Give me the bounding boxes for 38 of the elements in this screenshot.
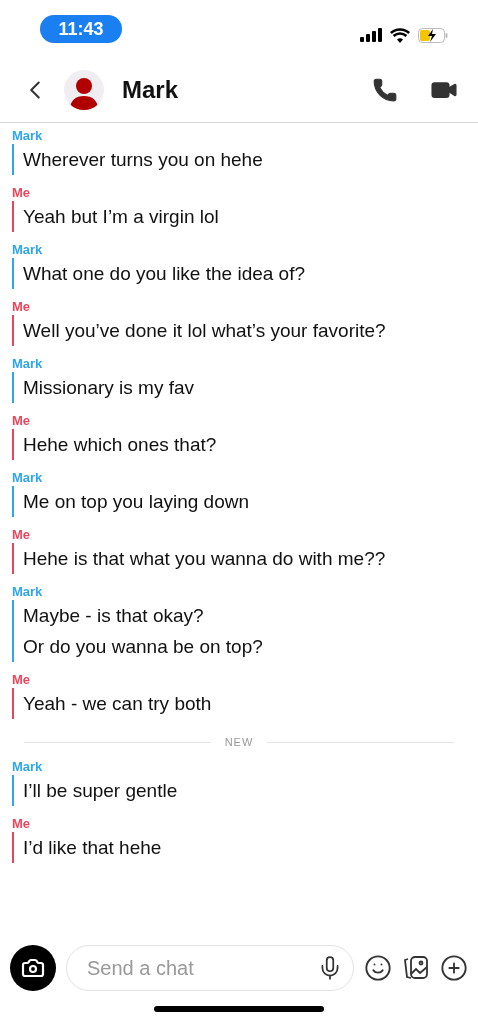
message-text: I’d like that hehe: [23, 836, 163, 860]
time-pill: 11:43: [40, 15, 122, 43]
sender-name: Mark: [12, 583, 44, 600]
sender-name: Mark: [12, 355, 44, 372]
contact-name: Mark: [122, 76, 180, 104]
message-text: Hehe which ones that?: [23, 433, 218, 457]
message-text: Wherever turns you on hehe: [23, 148, 264, 172]
message-text: Well you’ve done it lol what’s your favorite?: [23, 319, 387, 343]
message-text: Missionary is my fav: [23, 376, 196, 400]
sender-name: Mark: [12, 469, 44, 486]
sender-name: Me: [12, 815, 32, 832]
signal-icon: [360, 28, 382, 42]
message-text: Yeah - we can try both: [23, 692, 213, 716]
phone-icon[interactable]: [372, 77, 398, 103]
sender-name: Me: [12, 298, 32, 315]
smiley-icon[interactable]: [364, 954, 392, 982]
message-text: Or do you wanna be on top?: [23, 635, 264, 659]
message-text: Me on top you laying down: [23, 490, 251, 514]
plus-icon[interactable]: [440, 954, 468, 982]
battery-charging-icon: [418, 27, 448, 43]
message-text: Hehe is that what you wanna do with me??: [23, 547, 387, 571]
message-text: What one do you like the idea of?: [23, 262, 307, 286]
sender-name: Mark: [12, 758, 44, 775]
sender-name: Mark: [12, 127, 44, 144]
sender-name: Mark: [12, 241, 44, 258]
camera-icon: [21, 956, 45, 980]
message-text: I’ll be super gentle: [23, 779, 179, 803]
wifi-icon: [390, 27, 410, 43]
message-text: Maybe - is that okay?: [23, 604, 205, 628]
photo-cards-icon[interactable]: [402, 954, 430, 982]
sender-name: Me: [12, 412, 32, 429]
sender-name: Me: [12, 671, 32, 688]
camera-button[interactable]: [10, 945, 56, 991]
sender-name: Me: [12, 184, 32, 201]
sender-name: Me: [12, 526, 32, 543]
avatar-icon: [64, 70, 104, 110]
new-divider-label: NEW: [224, 736, 254, 748]
message-text: Yeah but I’m a virgin lol: [23, 205, 220, 229]
